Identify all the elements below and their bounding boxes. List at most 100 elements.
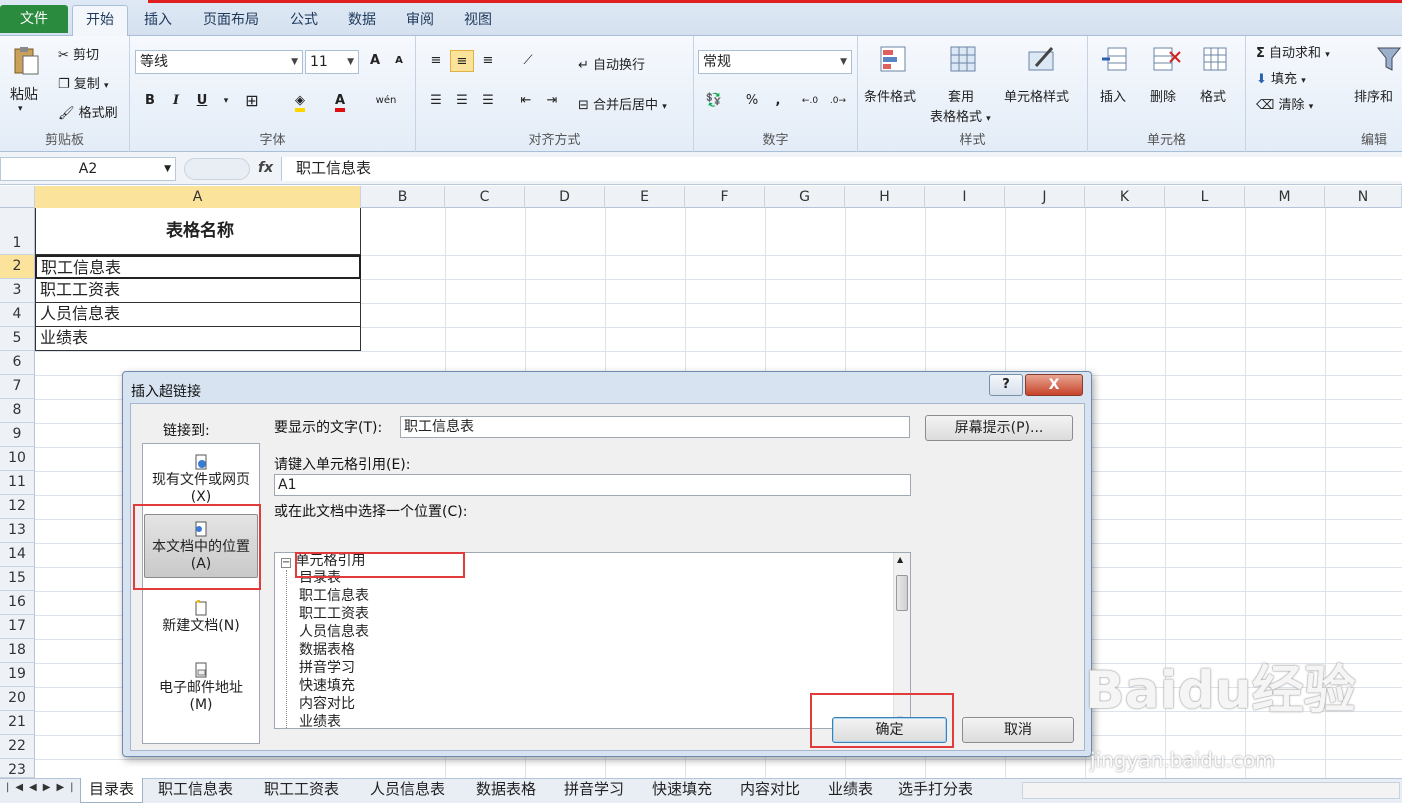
orientation-icon[interactable]: ⟋: [516, 50, 540, 72]
phonetic-icon[interactable]: wén: [374, 90, 398, 112]
row-header-2[interactable]: 2: [0, 255, 35, 279]
increase-indent-icon[interactable]: ⇥: [540, 90, 564, 112]
column-header-i[interactable]: I: [925, 186, 1005, 208]
row-header-23[interactable]: 23: [0, 759, 35, 778]
grow-font-button[interactable]: A: [363, 50, 387, 72]
row-header-6[interactable]: 6: [0, 351, 35, 375]
column-header-c[interactable]: C: [445, 186, 525, 208]
column-header-a[interactable]: A: [35, 186, 361, 208]
align-top-icon[interactable]: ≡: [424, 50, 448, 72]
row-header-22[interactable]: 22: [0, 735, 35, 759]
column-header-h[interactable]: H: [845, 186, 925, 208]
sheet-tab[interactable]: 快速填充: [644, 778, 720, 803]
close-button[interactable]: X: [1025, 374, 1083, 396]
row-header-18[interactable]: 18: [0, 639, 35, 663]
fill-button[interactable]: ⬇ 填充 ▾: [1256, 68, 1306, 87]
tree-item[interactable]: 内容对比: [299, 695, 355, 713]
conditional-format-button[interactable]: 条件格式: [864, 86, 916, 105]
column-header-f[interactable]: F: [685, 186, 765, 208]
tree-item[interactable]: 人员信息表: [299, 623, 369, 641]
paste-dropdown-icon[interactable]: ▾: [18, 104, 23, 114]
tab-insert[interactable]: 插入: [134, 8, 182, 36]
sheet-nav-arrows-icon[interactable]: |◀◀▶▶|: [6, 782, 80, 793]
row-header-10[interactable]: 10: [0, 447, 35, 471]
tab-page-layout[interactable]: 页面布局: [192, 8, 270, 36]
cell-a5[interactable]: 业绩表: [35, 327, 361, 351]
sort-filter-button[interactable]: 排序和: [1354, 86, 1393, 105]
row-header-14[interactable]: 14: [0, 543, 35, 567]
sheet-tab[interactable]: 选手打分表: [890, 778, 981, 803]
align-right-icon[interactable]: ☰: [476, 90, 500, 112]
bold-button[interactable]: B: [138, 90, 162, 112]
select-all-corner[interactable]: [0, 186, 35, 208]
row-header-1[interactable]: 1: [0, 208, 35, 255]
fill-color-icon[interactable]: ◈: [288, 90, 312, 112]
italic-button[interactable]: I: [164, 90, 188, 112]
sheet-tab-directory[interactable]: 目录表: [80, 778, 144, 803]
cell-a1[interactable]: 表格名称: [35, 208, 361, 255]
comma-button[interactable]: ,: [766, 90, 790, 112]
clear-button[interactable]: ⌫ 清除 ▾: [1256, 94, 1313, 113]
sheet-tab[interactable]: 数据表格: [468, 778, 544, 803]
insert-cells-button[interactable]: 插入: [1100, 86, 1126, 105]
horizontal-scrollbar[interactable]: [1022, 782, 1400, 799]
column-header-j[interactable]: J: [1005, 186, 1085, 208]
column-header-b[interactable]: B: [361, 186, 445, 208]
tree-item[interactable]: 快速填充: [299, 677, 355, 695]
row-header-20[interactable]: 20: [0, 687, 35, 711]
column-header-g[interactable]: G: [765, 186, 845, 208]
row-header-19[interactable]: 19: [0, 663, 35, 687]
align-center-icon[interactable]: ☰: [450, 90, 474, 112]
format-painter-button[interactable]: 🖌 格式刷: [58, 102, 118, 121]
column-header-m[interactable]: M: [1245, 186, 1325, 208]
tab-home[interactable]: 开始: [72, 5, 128, 36]
font-name-combo[interactable]: 等线 ▼: [135, 50, 303, 74]
sheet-tab[interactable]: 人员信息表: [362, 778, 453, 803]
row-header-4[interactable]: 4: [0, 303, 35, 327]
copy-button[interactable]: ❐ 复制 ▾: [58, 73, 108, 92]
tree-item[interactable]: 拼音学习: [299, 659, 355, 677]
autosum-button[interactable]: Σ 自动求和 ▾: [1256, 42, 1330, 61]
row-header-11[interactable]: 11: [0, 471, 35, 495]
column-header-l[interactable]: L: [1165, 186, 1245, 208]
decrease-decimal-icon[interactable]: .0→: [826, 90, 850, 112]
row-header-13[interactable]: 13: [0, 519, 35, 543]
row-header-9[interactable]: 9: [0, 423, 35, 447]
cell-a3[interactable]: 职工工资表: [35, 279, 361, 303]
align-bottom-icon[interactable]: ≡: [476, 50, 500, 72]
align-left-icon[interactable]: ☰: [424, 90, 448, 112]
column-header-n[interactable]: N: [1325, 186, 1402, 208]
tree-item[interactable]: 职工工资表: [299, 605, 369, 623]
formula-input[interactable]: 职工信息表: [281, 157, 1402, 181]
underline-dropdown-icon[interactable]: ▾: [214, 90, 238, 112]
font-size-combo[interactable]: 11 ▼: [305, 50, 359, 74]
display-text-input[interactable]: 职工信息表: [400, 416, 910, 438]
row-header-16[interactable]: 16: [0, 591, 35, 615]
merge-center-button[interactable]: ⊟ 合并后居中 ▾: [578, 94, 667, 113]
column-header-d[interactable]: D: [525, 186, 605, 208]
row-header-8[interactable]: 8: [0, 399, 35, 423]
cell-reference-input[interactable]: A1: [274, 474, 911, 496]
name-box[interactable]: A2 ▼: [0, 157, 176, 181]
row-header-12[interactable]: 12: [0, 495, 35, 519]
cell-a4[interactable]: 人员信息表: [35, 303, 361, 327]
number-format-combo[interactable]: 常规 ▼: [698, 50, 852, 74]
sheet-tab[interactable]: 业绩表: [820, 778, 881, 803]
row-header-5[interactable]: 5: [0, 327, 35, 351]
row-header-21[interactable]: 21: [0, 711, 35, 735]
sheet-tab[interactable]: 职工工资表: [256, 778, 347, 803]
underline-button[interactable]: U: [190, 90, 214, 112]
tree-item[interactable]: 业绩表: [299, 713, 341, 728]
column-header-e[interactable]: E: [605, 186, 685, 208]
scroll-up-icon[interactable]: ▲: [897, 555, 903, 564]
decrease-indent-icon[interactable]: ⇤: [514, 90, 538, 112]
tree-item-selected[interactable]: 职工信息表: [299, 587, 369, 605]
screentip-button[interactable]: 屏幕提示(P)...: [925, 415, 1073, 441]
tab-file[interactable]: 文件: [0, 5, 68, 33]
tab-data[interactable]: 数据: [338, 8, 386, 36]
help-button[interactable]: ?: [989, 374, 1023, 396]
tab-view[interactable]: 视图: [454, 8, 502, 36]
increase-decimal-icon[interactable]: ←.0: [798, 90, 822, 112]
paste-button[interactable]: 粘贴: [10, 84, 38, 104]
align-middle-icon[interactable]: ≡: [450, 50, 474, 72]
